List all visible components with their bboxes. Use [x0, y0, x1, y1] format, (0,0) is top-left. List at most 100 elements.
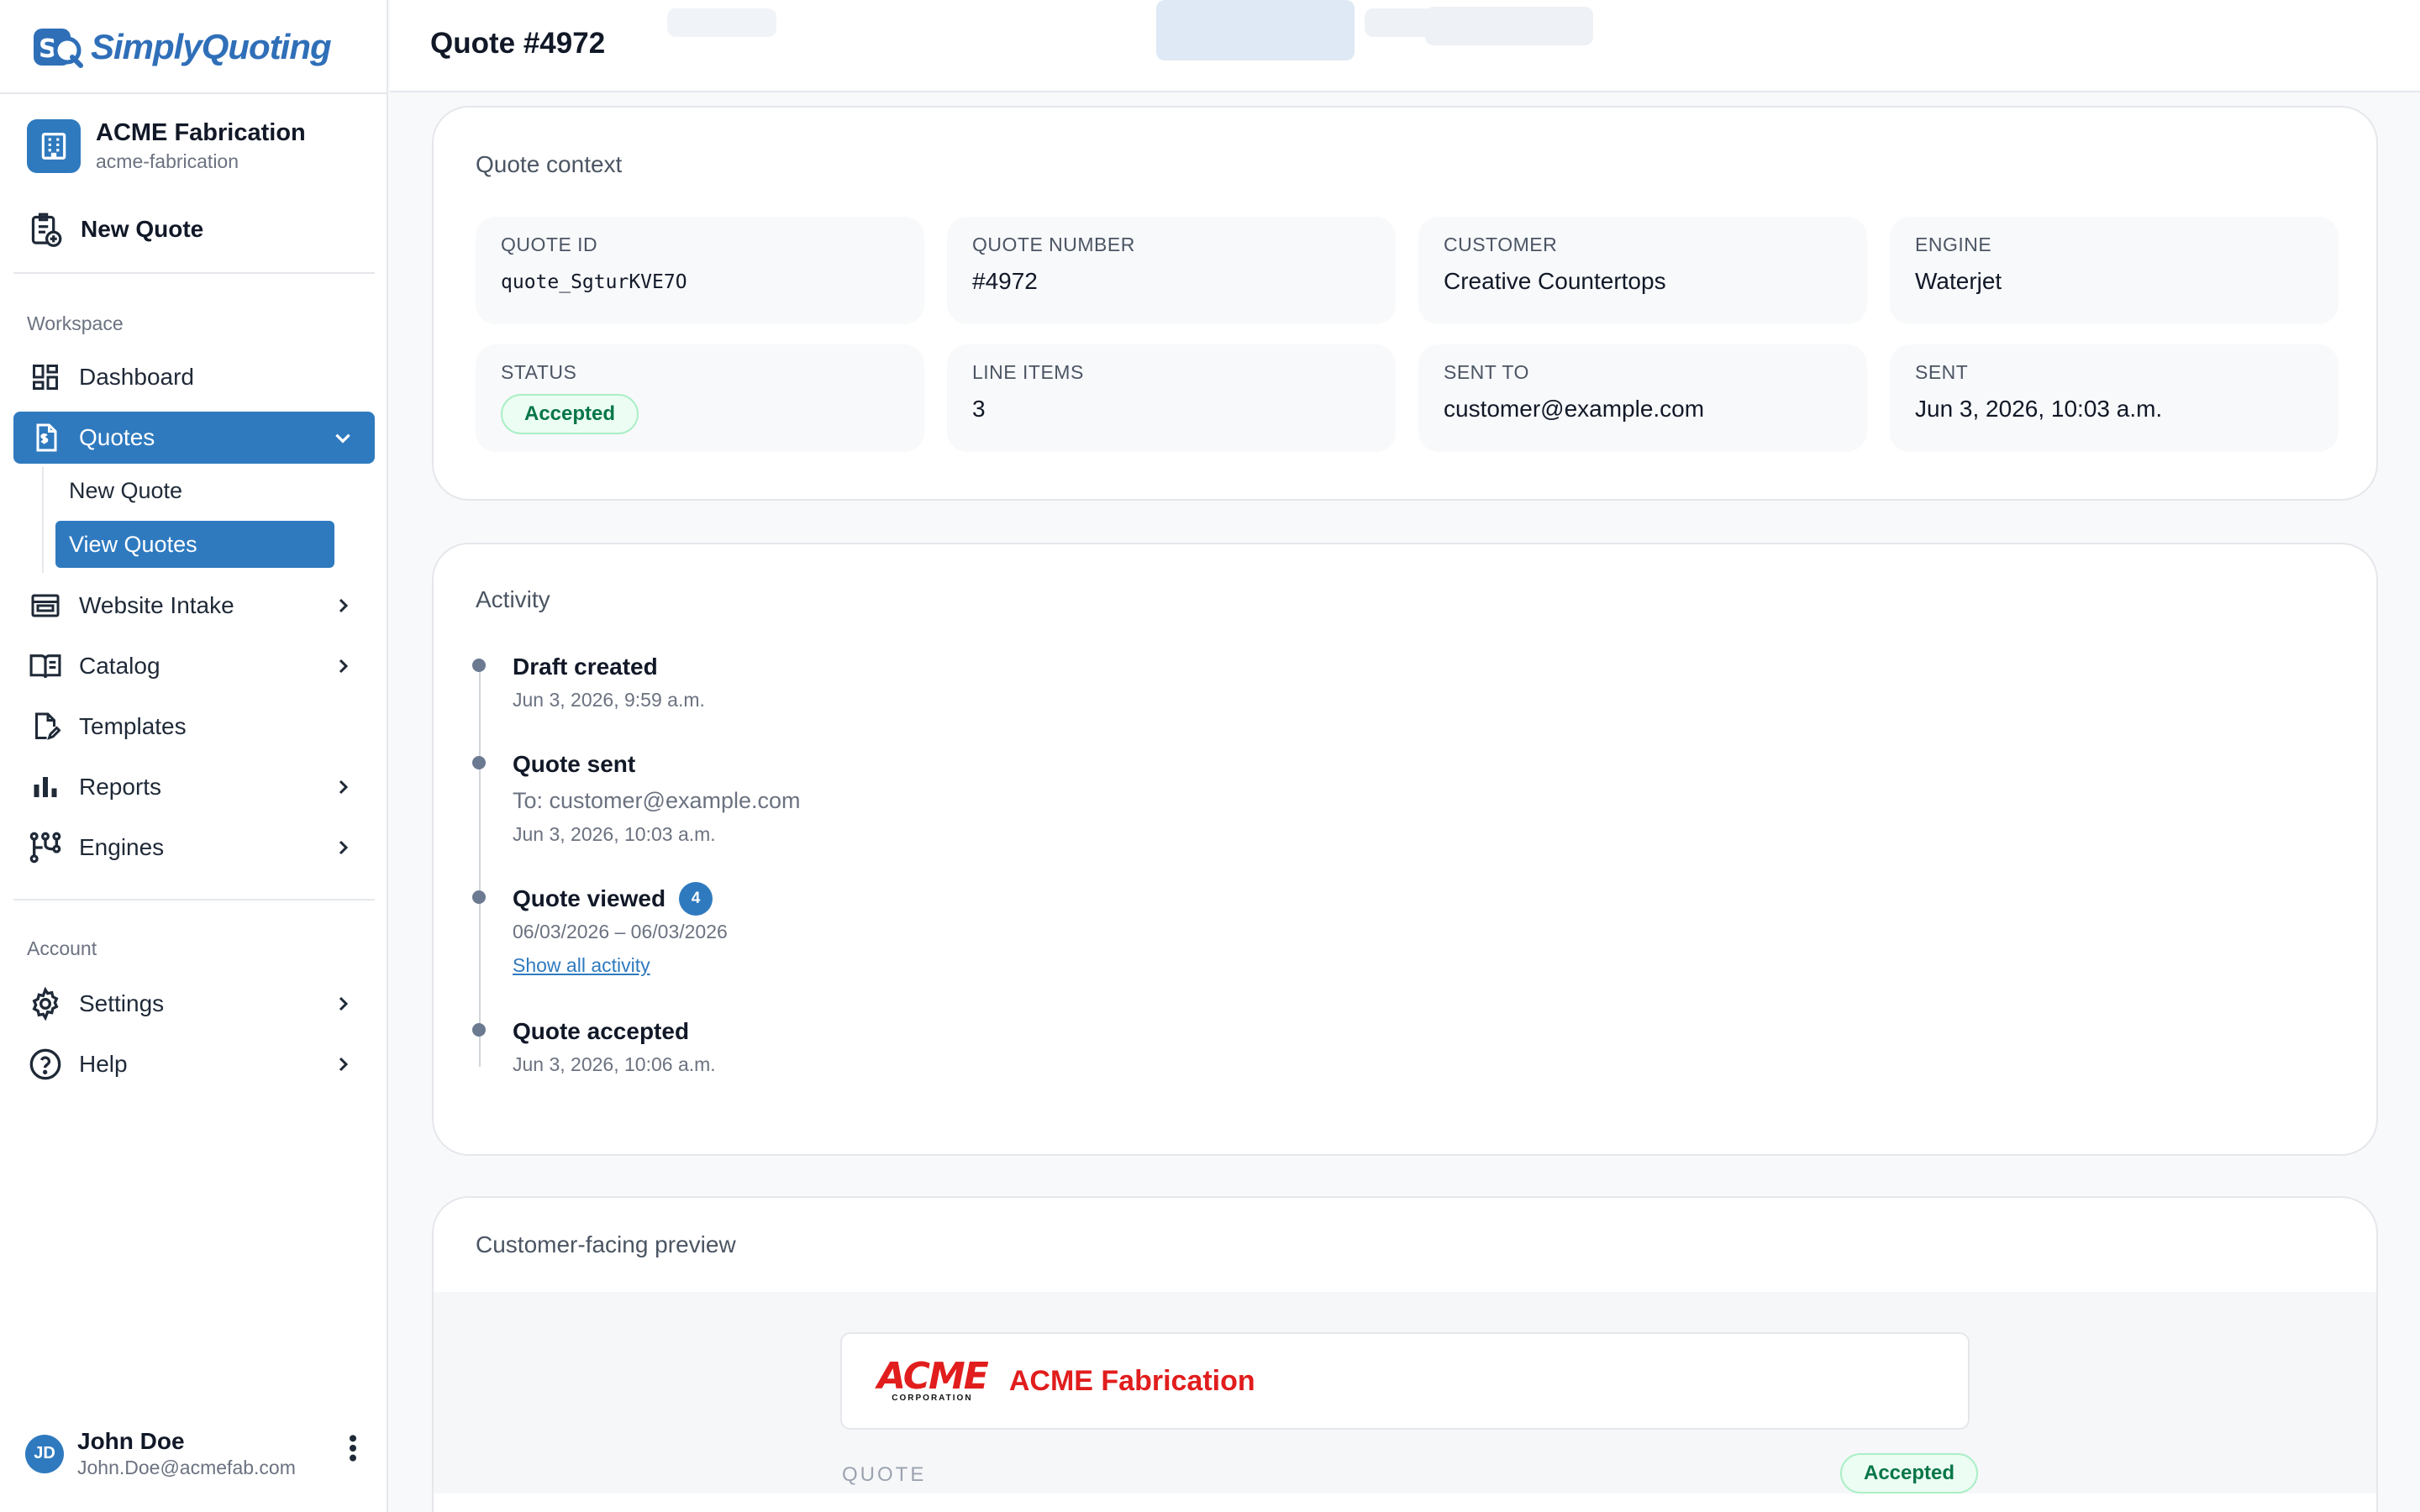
sidebar-item-website-intake[interactable]: Website Intake — [13, 580, 375, 632]
sidebar-item-label: Settings — [79, 990, 165, 1016]
preview-company-name: ACME Fabrication — [1008, 1364, 1255, 1397]
field-label: Engine — [1915, 234, 1992, 255]
quote-context-card: Quote context Quote ID quote_SgturKVE7O … — [432, 106, 2378, 501]
dashboard-icon — [29, 360, 62, 394]
preview-status-badge: Accepted — [1840, 1453, 1979, 1494]
event-time: Jun 3, 2026, 10:06 a.m. — [513, 1053, 716, 1075]
timeline-dot — [472, 1023, 486, 1037]
field-value: Waterjet — [1915, 268, 2002, 294]
sidebar-subitem-new-quote[interactable]: New Quote — [55, 467, 334, 514]
field-label: Quote ID — [501, 234, 598, 255]
document-edit-icon — [29, 710, 62, 743]
sidebar-subitem-view-quotes[interactable]: View Quotes — [55, 521, 334, 568]
field-customer: Customer Creative Countertops — [1418, 217, 1867, 324]
sidebar-item-label: Quotes — [79, 424, 155, 450]
field-value: Jun 3, 2026, 10:03 a.m. — [1915, 396, 2163, 422]
user-email: John.Doe@acmefab.com — [77, 1457, 296, 1478]
chevron-right-icon[interactable] — [326, 1054, 360, 1074]
chevron-right-icon[interactable] — [326, 777, 360, 797]
show-all-activity-link[interactable]: Show all activity — [513, 954, 650, 977]
sidebar-item-reports[interactable]: Reports — [13, 761, 375, 813]
workspace-label: Workspace — [27, 312, 124, 334]
user-name: John Doe — [77, 1428, 185, 1454]
status-badge: Accepted — [501, 394, 639, 434]
sidebar-item-label: Dashboard — [79, 364, 194, 390]
help-circle-icon — [29, 1047, 62, 1081]
field-label: Sent — [1915, 361, 1969, 383]
field-value: customer@example.com — [1444, 396, 1705, 422]
timeline-dot — [472, 756, 486, 769]
view-count-badge: 4 — [679, 882, 713, 916]
field-engine: Engine Waterjet — [1890, 217, 2338, 324]
field-label: Line items — [972, 361, 1084, 383]
chevron-right-icon[interactable] — [326, 994, 360, 1014]
sidebar-item-engines[interactable]: Engines — [13, 822, 375, 874]
new-quote-label: New Quote — [81, 216, 204, 242]
event-title: Quote sent — [513, 751, 636, 777]
sidebar-divider — [13, 272, 375, 274]
sidebar-item-quotes[interactable]: Quotes — [13, 412, 375, 464]
chevron-right-icon[interactable] — [326, 656, 360, 676]
field-label: Customer — [1444, 234, 1558, 255]
sidebar-item-label: Templates — [79, 713, 187, 739]
field-quote-id: Quote ID quote_SgturKVE7O — [476, 217, 924, 324]
status-badge: Accepted — [1840, 1453, 1979, 1494]
event-title: Quote viewed — [513, 885, 666, 911]
field-sent: Sent Jun 3, 2026, 10:03 a.m. — [1890, 344, 2338, 452]
sidebar-item-label: Reports — [79, 774, 162, 800]
sq-logo-icon: S — [34, 29, 83, 68]
sidebar-item-dashboard[interactable]: Dashboard — [13, 351, 375, 403]
preview-header: ACME CORPORATION ACME Fabrication — [840, 1332, 1970, 1430]
event-time: 06/03/2026 – 06/03/2026 — [513, 921, 728, 942]
brand-logo[interactable]: S SimplyQuoting — [32, 24, 332, 71]
chevron-right-icon[interactable] — [326, 596, 360, 616]
sidebar-item-templates[interactable]: Templates — [13, 701, 375, 753]
sidebar-subitem-label: New Quote — [69, 477, 183, 503]
timeline-dot — [472, 659, 486, 672]
field-sent-to: Sent to customer@example.com — [1418, 344, 1867, 452]
open-book-icon — [29, 649, 62, 683]
field-value: Creative Countertops — [1444, 268, 1666, 294]
sidebar-subitem-label: View Quotes — [69, 531, 197, 557]
sidebar-item-catalog[interactable]: Catalog — [13, 640, 375, 692]
sidebar-item-help[interactable]: Help — [13, 1038, 375, 1090]
submenu-guide — [42, 467, 44, 573]
field-quote-number: Quote number #4972 — [947, 217, 1396, 324]
sidebar: S SimplyQuoting ACME Fabrication acme-fa… — [0, 0, 388, 1512]
header-placeholder — [667, 8, 776, 37]
field-label: Quote number — [972, 234, 1135, 255]
user-profile[interactable]: JD John Doe John.Doe@acmefab.com — [25, 1428, 370, 1479]
avatar: JD — [25, 1434, 64, 1473]
event-title: Quote accepted — [513, 1018, 690, 1044]
field-value: 3 — [972, 396, 986, 422]
sidebar-item-label: Help — [79, 1051, 128, 1077]
field-label: Sent to — [1444, 361, 1529, 383]
engine-network-icon — [29, 831, 62, 864]
gear-icon — [29, 987, 62, 1021]
page-title: Quote #4972 — [430, 27, 606, 60]
field-line-items: Line items 3 — [947, 344, 1396, 452]
field-status: Status Accepted — [476, 344, 924, 452]
field-value: #4972 — [972, 268, 1038, 294]
new-quote-icon — [31, 213, 62, 247]
header-action-placeholder — [1425, 7, 1593, 45]
org-slug: acme-fabrication — [96, 150, 239, 172]
header-action-placeholder — [1156, 0, 1355, 60]
timeline-dot — [472, 890, 486, 904]
sidebar-divider — [13, 899, 375, 900]
org-name: ACME Fabrication — [96, 119, 306, 146]
event-time: Jun 3, 2026, 9:59 a.m. — [513, 689, 705, 711]
preview-quote-label: QUOTE — [842, 1463, 927, 1486]
building-icon — [27, 119, 81, 173]
new-quote-button[interactable]: New Quote — [29, 212, 203, 247]
acme-logo: ACME CORPORATION — [877, 1354, 989, 1403]
chevron-right-icon[interactable] — [326, 837, 360, 858]
field-value: quote_SgturKVE7O — [501, 271, 687, 293]
event-title: Draft created — [513, 654, 658, 680]
activity-card: Activity — [432, 543, 2378, 1156]
org-switcher[interactable]: ACME Fabrication acme-fabrication — [27, 119, 306, 173]
sidebar-item-settings[interactable]: Settings — [13, 978, 375, 1030]
chevron-down-icon[interactable] — [326, 427, 360, 449]
card-title: Activity — [476, 586, 550, 612]
more-vertical-icon[interactable] — [345, 1431, 361, 1469]
